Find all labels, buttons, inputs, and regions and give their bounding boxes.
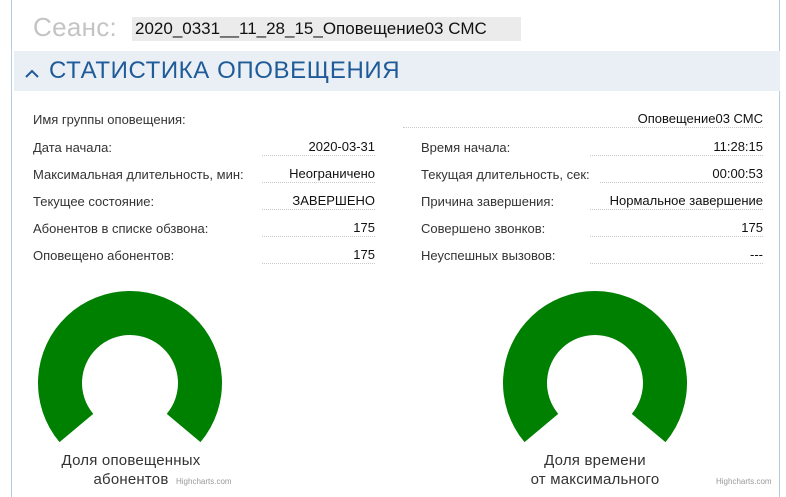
failed-calls-value: --- <box>750 247 763 262</box>
chevron-up-icon[interactable] <box>25 62 39 85</box>
time-share-gauge <box>503 291 687 443</box>
completion-reason-label: Причина завершения: <box>421 194 555 209</box>
current-state-underline <box>262 209 375 210</box>
gauge-value-arc <box>37 291 222 443</box>
current-state-value: ЗАВЕРШЕНО <box>292 193 375 208</box>
max-duration-label: Максимальная длительность, мин: <box>33 167 244 182</box>
calls-made-value: 175 <box>741 220 763 235</box>
failed-calls-label: Неуспешных вызовов: <box>421 248 556 263</box>
notified-share-gauge <box>37 291 222 443</box>
current-duration-value: 00:00:53 <box>712 166 763 181</box>
start-time-underline <box>590 155 763 156</box>
group-name-value: Оповещение03 СМС <box>637 111 763 126</box>
session-label: Сеанс: <box>33 12 118 42</box>
subscribers-in-list-underline <box>262 236 375 237</box>
start-date-label: Дата начала: <box>33 140 112 155</box>
completion-reason-underline <box>590 209 763 210</box>
start-time-label: Время начала: <box>421 140 511 155</box>
gauge-title-line1: Доля времени <box>544 452 646 469</box>
subscribers-in-list-value: 175 <box>353 220 375 235</box>
failed-calls-underline <box>590 263 763 264</box>
gauge-title-line2: от максимального <box>530 471 660 488</box>
start-time-value: 11:28:15 <box>713 139 763 154</box>
start-date-underline <box>262 155 375 156</box>
group-name-label: Имя группы оповещения: <box>33 112 186 127</box>
gauge-title-line1: Доля оповещенных <box>61 452 201 469</box>
completion-reason-value: Нормальное завершение <box>609 193 763 208</box>
start-date-value: 2020-03-31 <box>308 139 376 154</box>
section-title: СТАТИСТИКА ОПОВЕЩЕНИЯ <box>49 57 401 84</box>
current-state-label: Текущее состояние: <box>33 194 155 209</box>
time-share-gauge-title: Доля времени от максимального <box>495 451 695 489</box>
notified-subscribers-value: 175 <box>353 247 375 262</box>
current-duration-label: Текущая длительность, сек: <box>421 167 590 182</box>
highcharts-credit[interactable]: Highcharts.com <box>176 477 232 486</box>
calls-made-underline <box>590 236 763 237</box>
notified-subscribers-label: Оповещено абонентов: <box>33 248 175 263</box>
notified-subscribers-underline <box>262 263 375 264</box>
calls-made-label: Совершено звонков: <box>421 221 546 236</box>
highcharts-credit[interactable]: Highcharts.com <box>716 477 772 486</box>
max-duration-underline <box>262 182 375 183</box>
max-duration-value: Неограничено <box>289 166 375 181</box>
subscribers-in-list-label: Абонентов в списке обзвона: <box>33 221 209 236</box>
group-name-underline <box>403 127 763 128</box>
session-field[interactable]: 2020_0331__11_28_15_Оповещение03 СМС <box>132 17 521 41</box>
current-duration-underline <box>600 182 763 183</box>
gauge-value-arc <box>503 291 687 443</box>
